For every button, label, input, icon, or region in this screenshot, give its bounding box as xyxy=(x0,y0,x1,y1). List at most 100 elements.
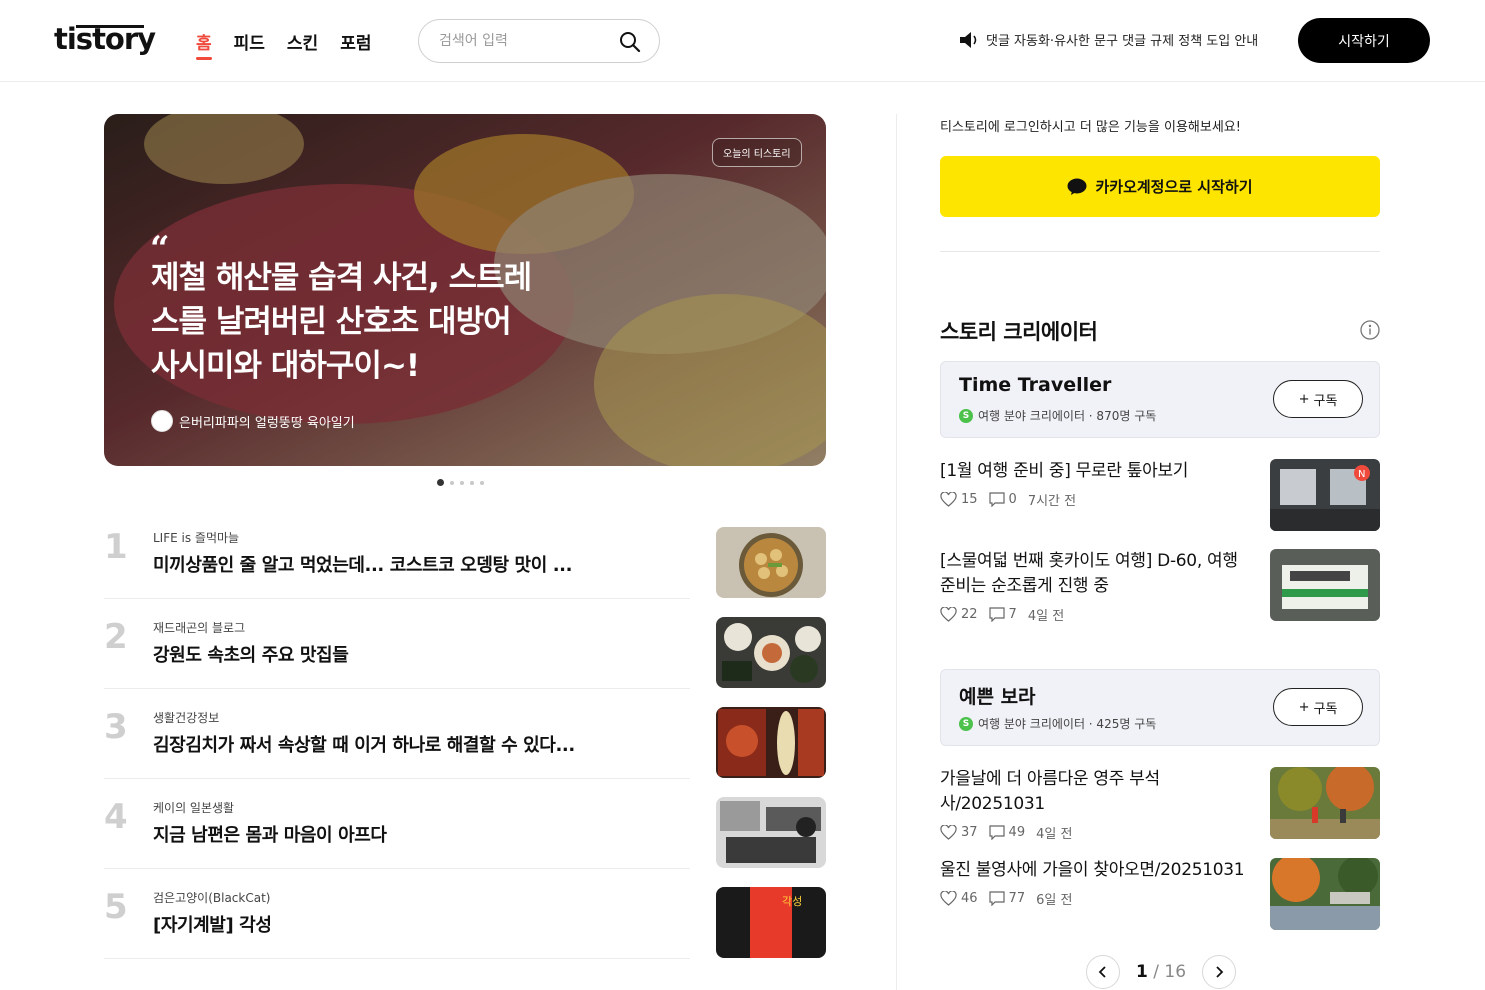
post-thumbnail[interactable] xyxy=(1270,767,1380,839)
comment-count: 0 xyxy=(1008,492,1017,507)
creator-badge: S xyxy=(959,716,973,731)
post-thumbnail[interactable] xyxy=(1270,858,1380,930)
creator-post[interactable]: [1월 여행 준비 중] 무로란 톺아보기 15 0 7시간 전 N xyxy=(940,459,1380,531)
carousel-dot[interactable] xyxy=(470,480,474,485)
search-input[interactable] xyxy=(439,30,619,52)
heart-icon xyxy=(940,492,957,507)
subscribe-button[interactable]: + 구독 xyxy=(1273,380,1363,418)
start-button[interactable]: 시작하기 xyxy=(1298,18,1430,63)
list-item[interactable]: 4 케이의 일본생활 지금 남편은 몸과 마음이 아프다 xyxy=(104,797,826,869)
nav-forum[interactable]: 포럼 xyxy=(340,29,371,54)
comment-icon xyxy=(988,492,1005,507)
list-item[interactable]: 3 생활건강정보 김장김치가 짜서 속상할 때 이거 하나로 해결할 수 있다.… xyxy=(104,707,826,779)
tistory-logo[interactable]: tistory xyxy=(54,22,156,56)
post-thumbnail[interactable]: 각성 xyxy=(716,887,826,958)
like-count: 15 xyxy=(961,492,978,507)
search-icon[interactable] xyxy=(619,31,641,53)
carousel-dot[interactable] xyxy=(437,479,444,486)
hero-banner[interactable]: 오늘의 티스토리 “ 제철 해산물 습격 사건, 스트레스를 날려버린 산호초 … xyxy=(104,114,826,466)
avatar xyxy=(151,410,173,432)
nav-feed[interactable]: 피드 xyxy=(234,29,265,54)
next-page-button[interactable] xyxy=(1202,955,1237,989)
comment-icon xyxy=(988,891,1005,906)
comment-icon xyxy=(988,825,1005,840)
post-thumbnail[interactable] xyxy=(716,617,826,688)
chevron-right-icon xyxy=(1216,966,1224,978)
post-thumbnail[interactable] xyxy=(716,707,826,778)
comment-icon xyxy=(988,607,1005,622)
page-indicator: 1 / 16 xyxy=(1136,962,1187,982)
carousel-dot[interactable] xyxy=(460,480,464,485)
creator-card[interactable]: Time Traveller S 여행 분야 크리에이터 · 870명 구독 +… xyxy=(940,361,1380,438)
carousel-dot[interactable] xyxy=(480,480,484,485)
nav-skin[interactable]: 스킨 xyxy=(287,29,318,54)
rank-number: 4 xyxy=(104,797,128,837)
heart-icon xyxy=(940,825,957,840)
creator-meta: S 여행 분야 크리에이터 · 870명 구독 xyxy=(959,407,1156,424)
post-thumbnail[interactable] xyxy=(1270,549,1380,621)
rank-number: 2 xyxy=(104,617,128,657)
notice-banner[interactable]: 댓글 자동화·유사한 문구 댓글 규제 정책 도입 안내 xyxy=(958,30,1258,49)
creator-meta: S 여행 분야 크리에이터 · 425명 구독 xyxy=(959,715,1156,732)
heart-icon xyxy=(940,891,957,906)
post-title[interactable]: 미끼상품인 줄 알고 먹었는데... 코스트코 오뎅탕 맛이 ... xyxy=(153,551,572,577)
author-name: 은버리파파의 얼렁뚱땅 육아일기 xyxy=(179,415,355,431)
creator-meta-text: 여행 분야 크리에이터 · 870명 구독 xyxy=(978,409,1157,423)
list-item[interactable]: 5 검은고양이(BlackCat) [자기계발] 각성 각성 xyxy=(104,887,826,959)
info-icon[interactable] xyxy=(1360,320,1380,340)
rank-number: 3 xyxy=(104,707,128,747)
hero-title[interactable]: 제철 해산물 습격 사건, 스트레스를 날려버린 산호초 대방어 사시미와 대하… xyxy=(151,256,546,388)
subscribe-label: 구독 xyxy=(1313,701,1338,717)
post-thumbnail[interactable] xyxy=(716,527,826,598)
creator-name[interactable]: Time Traveller xyxy=(959,374,1111,396)
creator-post[interactable]: 가을날에 더 아름다운 영주 부석사/20251031 37 49 4일 전 xyxy=(940,767,1380,842)
list-item[interactable]: 1 LIFE is 즐먹마늘 미끼상품인 줄 알고 먹었는데... 코스트코 오… xyxy=(104,527,826,599)
creator-name[interactable]: 예쁜 보라 xyxy=(959,682,1036,709)
post-title[interactable]: 울진 불영사에 가을이 찾아오면/20251031 xyxy=(940,858,1245,883)
total-pages: 16 xyxy=(1164,962,1187,982)
post-title[interactable]: 지금 남편은 몸과 마음이 아프다 xyxy=(153,821,387,847)
comment-count: 7 xyxy=(1008,607,1017,622)
divider xyxy=(104,868,690,869)
post-title[interactable]: 가을날에 더 아름다운 영주 부석사/20251031 xyxy=(940,767,1245,817)
blog-name: 케이의 일본생활 xyxy=(153,801,235,815)
divider xyxy=(940,251,1380,252)
rank-number: 5 xyxy=(104,887,128,927)
section-title: 스토리 크리에이터 xyxy=(940,320,1098,344)
post-thumbnail[interactable] xyxy=(716,797,826,868)
list-item[interactable]: 2 재드래곤의 블로그 강원도 속초의 주요 맛집들 xyxy=(104,617,826,689)
plus-icon: + xyxy=(1298,699,1310,715)
blog-name: 생활건강정보 xyxy=(153,711,220,725)
post-time: 7시간 전 xyxy=(1027,494,1077,509)
carousel-dot[interactable] xyxy=(450,480,454,485)
post-time: 4일 전 xyxy=(1027,609,1065,624)
current-page: 1 xyxy=(1136,962,1148,982)
subscribe-button[interactable]: + 구독 xyxy=(1273,688,1363,726)
divider xyxy=(104,958,690,959)
creator-badge: S xyxy=(959,408,973,423)
hero-author[interactable]: 은버리파파의 얼렁뚱땅 육아일기 xyxy=(151,410,355,432)
post-title[interactable]: [1월 여행 준비 중] 무로란 톺아보기 xyxy=(940,459,1245,484)
post-thumbnail[interactable]: N xyxy=(1270,459,1380,531)
autumn-temple-photo xyxy=(1270,767,1380,839)
search-box xyxy=(418,19,660,63)
logo-bar xyxy=(76,25,144,28)
rank-number: 1 xyxy=(104,527,128,567)
nav-home[interactable]: 홈 xyxy=(196,29,212,60)
creator-post[interactable]: 울진 불영사에 가을이 찾아오면/20251031 46 77 6일 전 xyxy=(940,858,1380,930)
station-sign-photo xyxy=(1270,549,1380,621)
post-title[interactable]: 김장김치가 짜서 속상할 때 이거 하나로 해결할 수 있다... xyxy=(153,731,575,757)
creator-card[interactable]: 예쁜 보라 S 여행 분야 크리에이터 · 425명 구독 + 구독 xyxy=(940,669,1380,746)
pagination: 1 / 16 xyxy=(1086,955,1237,989)
like-count: 22 xyxy=(961,607,978,622)
speech-bubble-icon xyxy=(1067,178,1087,195)
post-title[interactable]: [자기계발] 각성 xyxy=(153,911,272,937)
kakao-login-button[interactable]: 카카오계정으로 시작하기 xyxy=(940,156,1380,217)
creator-post[interactable]: [스물여덟 번째 홋카이도 여행] D-60, 여행 준비는 순조롭게 진행 중… xyxy=(940,549,1380,624)
prev-page-button[interactable] xyxy=(1086,955,1120,989)
post-title[interactable]: 강원도 속초의 주요 맛집들 xyxy=(153,641,349,667)
post-title[interactable]: [스물여덟 번째 홋카이도 여행] D-60, 여행 준비는 순조롭게 진행 중 xyxy=(940,549,1245,599)
subscribe-label: 구독 xyxy=(1313,393,1338,409)
today-badge: 오늘의 티스토리 xyxy=(712,138,802,167)
blog-name: LIFE is 즐먹마늘 xyxy=(153,531,240,545)
